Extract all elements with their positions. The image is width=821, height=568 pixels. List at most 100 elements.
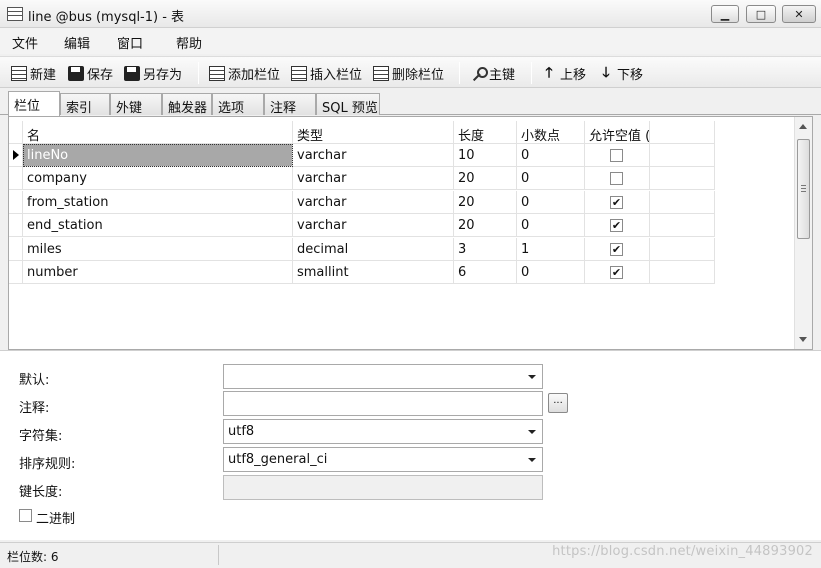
tab-triggers[interactable]: 触发器 (162, 93, 212, 116)
cell-length[interactable]: 10 (454, 144, 517, 167)
default-dropdown[interactable] (223, 364, 543, 389)
cell-nullable: ✔ (585, 237, 650, 261)
cell-decimals[interactable]: 0 (517, 167, 585, 191)
tab-fields[interactable]: 栏位 (8, 91, 60, 116)
nullable-checkbox[interactable] (610, 172, 623, 186)
arrow-down-icon: 🡓 (602, 64, 610, 81)
save-as-button[interactable]: 另存为 (124, 63, 182, 83)
cell-decimals[interactable]: 0 (517, 261, 585, 284)
arrow-up-icon: 🡑 (545, 64, 553, 81)
cell-type[interactable]: varchar (293, 214, 454, 238)
row-marker[interactable] (9, 214, 23, 238)
cell-type[interactable]: smallint (293, 261, 454, 284)
row-marker[interactable] (9, 237, 23, 261)
chevron-down-icon (528, 458, 536, 462)
charset-dropdown[interactable]: utf8 (223, 419, 543, 444)
cell-type[interactable]: varchar (293, 167, 454, 191)
close-button[interactable]: ✕ (782, 5, 816, 23)
menu-bar: 文件 编辑 窗口 帮助 (0, 28, 821, 54)
status-divider (218, 545, 219, 565)
window-title: line @bus (mysql-1) - 表 (28, 10, 185, 25)
column-header-length[interactable]: 长度 (454, 121, 517, 144)
column-header-extra (650, 121, 715, 144)
fields-grid: 名 类型 长度 小数点 允许空值 ( lineNo varchar 10 0 compa… (8, 116, 813, 350)
cell-name[interactable]: lineNo (23, 144, 293, 167)
key-length-label: 键长度: (19, 485, 63, 500)
tab-foreign-keys[interactable]: 外键 (110, 93, 162, 116)
nullable-checkbox[interactable]: ✔ (610, 195, 623, 209)
comment-field[interactable] (223, 391, 543, 416)
row-marker[interactable] (9, 190, 23, 214)
cell-length[interactable]: 3 (454, 237, 517, 261)
save-button[interactable]: 保存 (68, 63, 113, 83)
comment-edit-button[interactable]: ... (548, 393, 568, 413)
nullable-checkbox[interactable] (610, 149, 623, 162)
cell-decimals[interactable]: 1 (517, 237, 585, 261)
menu-help[interactable]: 帮助 (176, 33, 202, 52)
cell-length[interactable]: 6 (454, 261, 517, 284)
table-app-icon (7, 7, 23, 21)
comment-label: 注释: (19, 401, 50, 416)
new-button[interactable]: 新建 (11, 63, 56, 83)
add-field-button[interactable]: 添加栏位 (209, 63, 280, 83)
column-header-nullable[interactable]: 允许空值 ( (585, 121, 650, 144)
new-table-icon (11, 65, 27, 81)
row-marker[interactable] (9, 144, 23, 167)
key-icon (470, 66, 488, 81)
delete-field-button[interactable]: 删除栏位 (373, 63, 444, 83)
scroll-down-icon[interactable] (799, 337, 807, 342)
column-header-name[interactable]: 名 (23, 121, 293, 144)
binary-label: 二进制 (36, 512, 76, 527)
scroll-up-icon[interactable] (799, 124, 807, 129)
scroll-thumb[interactable] (797, 139, 810, 239)
binary-checkbox[interactable] (19, 509, 32, 522)
primary-key-button[interactable]: 主键 (470, 63, 515, 83)
cell-decimals[interactable]: 0 (517, 144, 585, 167)
nullable-checkbox[interactable]: ✔ (610, 242, 623, 256)
cell-nullable (585, 144, 650, 167)
minimize-button[interactable]: ▁ (711, 5, 739, 23)
nullable-checkbox[interactable]: ✔ (610, 219, 623, 233)
menu-edit[interactable]: 编辑 (64, 33, 90, 52)
tab-indexes[interactable]: 索引 (60, 93, 110, 116)
cell-type[interactable]: varchar (293, 144, 454, 167)
toolbar-separator (531, 62, 532, 84)
cell-length[interactable]: 20 (454, 167, 517, 191)
column-header-decimals[interactable]: 小数点 (517, 121, 585, 144)
vertical-scrollbar[interactable] (794, 117, 812, 349)
current-row-pointer-icon (13, 150, 19, 160)
chevron-down-icon (528, 430, 536, 434)
cell-name[interactable]: miles (23, 237, 293, 261)
insert-field-icon (291, 65, 307, 81)
row-marker[interactable] (9, 261, 23, 284)
column-header-type[interactable]: 类型 (293, 121, 454, 144)
header-marker (9, 121, 23, 144)
add-field-icon (209, 65, 225, 81)
cell-decimals[interactable]: 0 (517, 190, 585, 214)
nullable-checkbox[interactable]: ✔ (610, 266, 623, 279)
cell-name[interactable]: from_station (23, 190, 293, 214)
row-marker[interactable] (9, 167, 23, 191)
grip-line (801, 191, 806, 192)
cell-length[interactable]: 20 (454, 214, 517, 238)
cell-length[interactable]: 20 (454, 190, 517, 214)
tab-options[interactable]: 选项 (212, 93, 264, 116)
insert-field-button[interactable]: 插入栏位 (291, 63, 362, 83)
tab-sql-preview[interactable]: SQL 预览 (316, 93, 380, 116)
cell-type[interactable]: decimal (293, 237, 454, 261)
close-icon: ✕ (794, 7, 804, 21)
collation-dropdown[interactable]: utf8_general_ci (223, 447, 543, 472)
menu-file[interactable]: 文件 (12, 33, 38, 52)
cell-name[interactable]: company (23, 167, 293, 191)
cell-name[interactable]: number (23, 261, 293, 284)
field-count: 栏位数: 6 (7, 550, 59, 564)
move-down-button[interactable]: 🡓 下移 (598, 63, 643, 83)
cell-decimals[interactable]: 0 (517, 214, 585, 238)
menu-window[interactable]: 窗口 (117, 33, 143, 52)
tab-comment[interactable]: 注释 (264, 93, 316, 116)
cell-type[interactable]: varchar (293, 190, 454, 214)
maximize-button[interactable]: □ (746, 5, 776, 23)
move-up-button[interactable]: 🡑 上移 (541, 63, 586, 83)
cell-name[interactable]: end_station (23, 214, 293, 238)
toolbar: 新建 保存 另存为 添加栏位 插入栏位 删除栏位 主键 🡑 上移 🡓 下移 (0, 56, 821, 88)
